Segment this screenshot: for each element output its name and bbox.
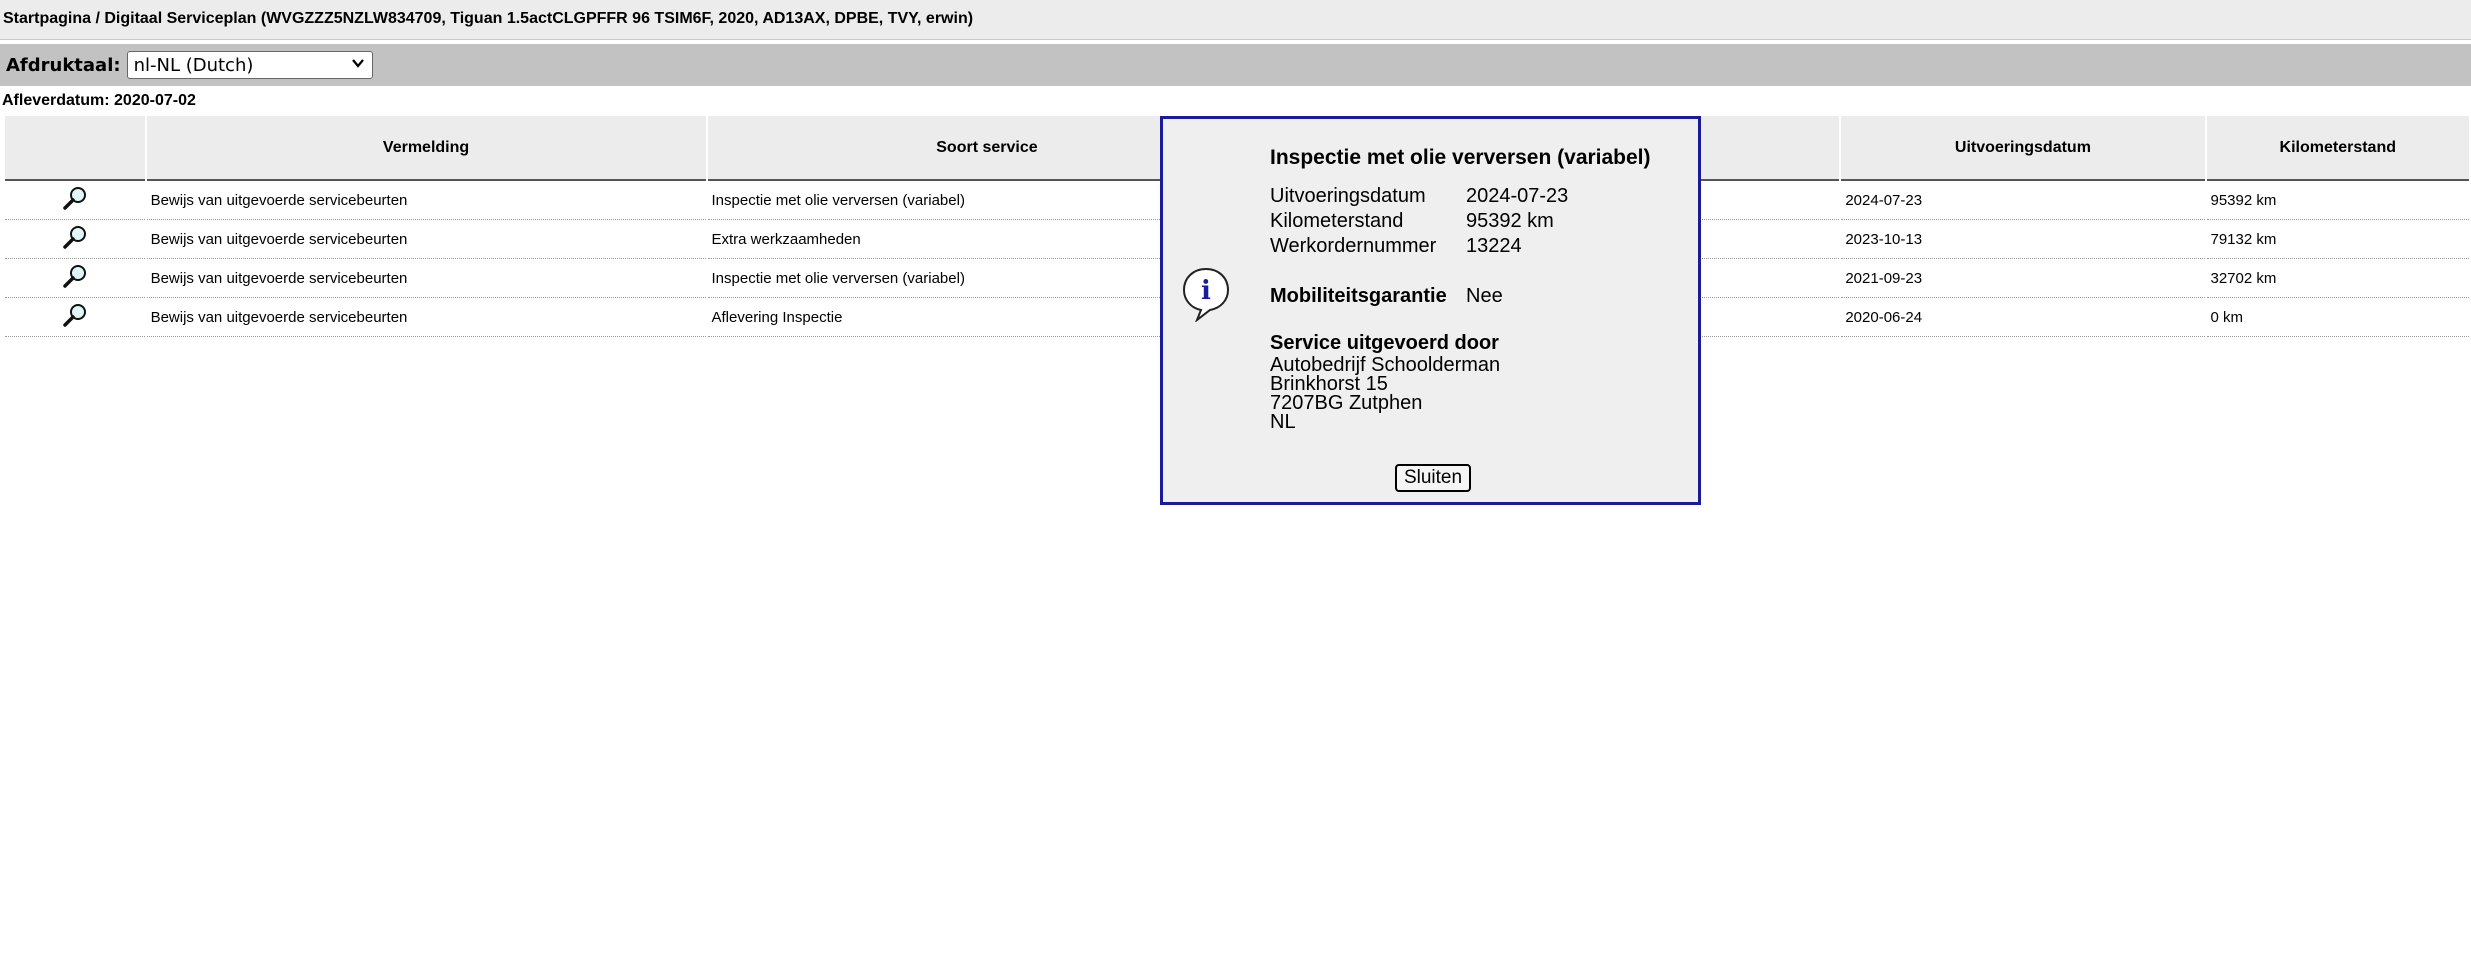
cell-km: 79132 km [2206, 220, 2469, 259]
magnifier-icon[interactable] [62, 224, 88, 250]
close-button[interactable]: Sluiten [1395, 464, 1471, 492]
cell-date: 2024-07-23 [1841, 181, 2205, 220]
header-icon-column [5, 116, 145, 181]
svg-text:i: i [1201, 276, 1211, 306]
cell-km: 32702 km [2206, 259, 2469, 298]
header-uitvoeringsdatum: Uitvoeringsdatum [1841, 116, 2205, 181]
cell-entry: Bewijs van uitgevoerde servicebeurten [146, 259, 706, 298]
breadcrumb: Startpagina / Digitaal Serviceplan (WVGZ… [0, 0, 2471, 40]
delivery-date: Afleverdatum: 2020-07-02 [2, 92, 196, 109]
service-detail-dialog: i Inspectie met olie verversen (variabel… [1160, 116, 1701, 505]
cell-km: 95392 km [2206, 181, 2469, 220]
cell-date: 2020-06-24 [1841, 298, 2205, 337]
magnifier-icon[interactable] [62, 263, 88, 289]
cell-entry: Bewijs van uitgevoerde servicebeurten [146, 220, 706, 259]
language-label: Afdruktaal: [6, 54, 121, 76]
cell-entry: Bewijs van uitgevoerde servicebeurten [146, 181, 706, 220]
field-werkordernummer: Werkordernummer 13224 [1270, 235, 1522, 257]
dialog-title: Inspectie met olie verversen (variabel) [1270, 146, 1651, 169]
field-kilometerstand: Kilometerstand 95392 km [1270, 210, 1554, 232]
header-kilometerstand: Kilometerstand [2206, 116, 2469, 181]
cell-km: 0 km [2206, 298, 2469, 337]
chevron-down-icon [350, 55, 366, 76]
field-uitvoeringsdatum: Uitvoeringsdatum 2024-07-23 [1270, 185, 1569, 207]
header-vermelding: Vermelding [146, 116, 706, 181]
service-by-address: Autobedrijf Schoolderman Brinkhorst 15 7… [1270, 354, 1501, 433]
language-select[interactable]: nl-NL (Dutch) [126, 51, 373, 79]
language-bar: Afdruktaal: nl-NL (Dutch) [0, 44, 2471, 86]
service-by-title: Service uitgevoerd door [1270, 332, 1499, 354]
cell-date: 2023-10-13 [1841, 220, 2205, 259]
cell-date: 2021-09-23 [1841, 259, 2205, 298]
magnifier-icon[interactable] [62, 185, 88, 211]
dialog-content: Inspectie met olie verversen (variabel) … [1270, 145, 1651, 432]
info-icon: i [1181, 266, 1231, 324]
cell-entry: Bewijs van uitgevoerde servicebeurten [146, 298, 706, 337]
language-selected-value: nl-NL (Dutch) [133, 54, 254, 76]
magnifier-icon[interactable] [62, 302, 88, 328]
field-mobiliteitsgarantie: Mobiliteitsgarantie Nee [1270, 285, 1503, 307]
